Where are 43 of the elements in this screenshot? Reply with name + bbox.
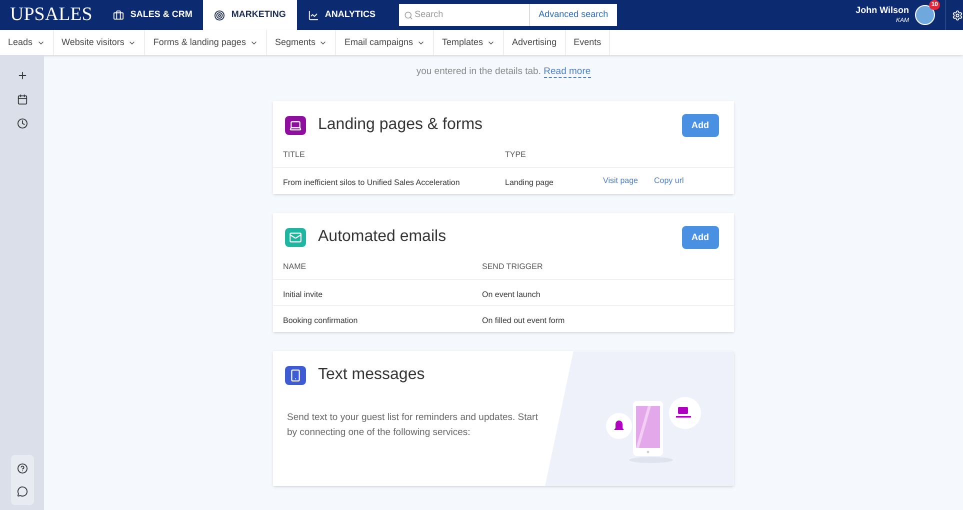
column-header: TITLE bbox=[283, 149, 306, 162]
table-cell: Initial invite bbox=[283, 290, 323, 299]
user-name: John Wilson bbox=[856, 4, 909, 17]
main-tab[interactable]: SALES & CRM bbox=[102, 0, 204, 30]
column-header: SEND TRIGGER bbox=[482, 261, 544, 274]
table-cell: On filled out event form bbox=[482, 316, 565, 326]
nav-menu-item[interactable]: Advertising bbox=[504, 30, 566, 55]
intro-text: you entered in the details tab. bbox=[416, 66, 541, 77]
column-header: TYPE bbox=[505, 149, 527, 162]
nav-menu-item[interactable]: Segments bbox=[266, 30, 336, 55]
table-cell: On event launch bbox=[482, 290, 540, 299]
column-header: NAME bbox=[283, 261, 308, 274]
card-title: Automated emails bbox=[318, 227, 446, 248]
nav-menu-item[interactable]: Templates bbox=[434, 30, 504, 55]
card-title: Text messages bbox=[318, 365, 425, 386]
nav-menu-item[interactable]: Forms & landing pages bbox=[145, 30, 267, 55]
calendar-icon[interactable] bbox=[16, 94, 28, 105]
table-cell: Booking confirmation bbox=[283, 316, 358, 326]
card-description: Send text to your guest list for reminders and updates. Start by connecting one of the following services: bbox=[286, 411, 539, 440]
settings-icon[interactable] bbox=[952, 10, 963, 20]
chat-icon[interactable] bbox=[16, 486, 28, 497]
plus-icon[interactable] bbox=[16, 70, 28, 81]
nav-menu-item[interactable]: Website visitors bbox=[54, 30, 146, 55]
avatar[interactable] bbox=[915, 5, 935, 25]
logo: UPSALES bbox=[9, 2, 94, 27]
clock-icon[interactable] bbox=[16, 118, 28, 129]
search-field[interactable]: Search bbox=[398, 4, 529, 26]
read-more-link[interactable]: Read more bbox=[544, 66, 591, 78]
help-icon[interactable] bbox=[16, 463, 28, 474]
target-icon bbox=[214, 10, 226, 20]
line-chart-icon bbox=[308, 10, 319, 20]
search-icon bbox=[404, 11, 413, 20]
main-tab[interactable]: MARKETING bbox=[203, 0, 297, 30]
row-link[interactable]: Copy url bbox=[654, 175, 684, 188]
row-link[interactable]: Visit page bbox=[603, 175, 638, 188]
advanced-search-button[interactable]: Advanced search bbox=[528, 4, 618, 26]
table-cell: From inefficient silos to Unified Sales Acceleration bbox=[283, 178, 460, 188]
briefcase-icon bbox=[113, 10, 124, 20]
main-tab[interactable]: ANALYTICS bbox=[296, 0, 387, 30]
card-title: Landing pages & forms bbox=[318, 115, 483, 136]
table-cell: Landing page bbox=[505, 178, 554, 188]
nav-menu-item[interactable]: Email campaigns bbox=[336, 30, 434, 55]
nav-menu-item[interactable]: Events bbox=[566, 30, 610, 55]
